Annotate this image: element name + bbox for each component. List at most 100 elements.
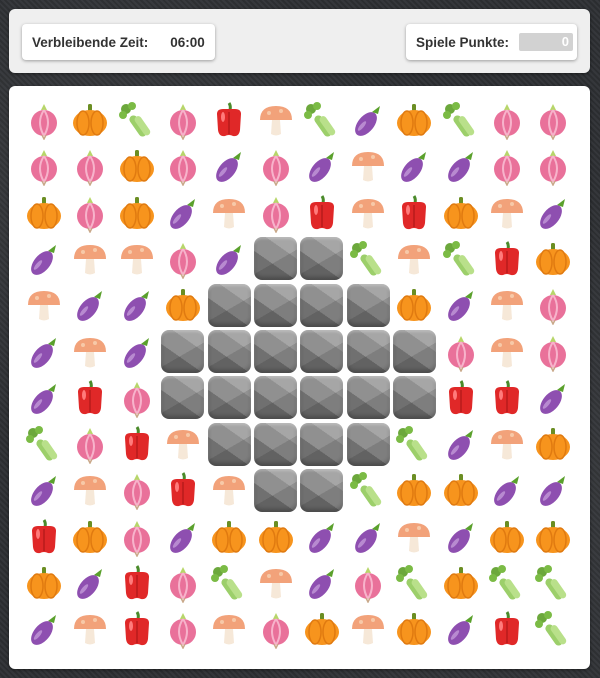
eggplant-tile[interactable] bbox=[114, 329, 160, 375]
eggplant-tile[interactable] bbox=[160, 190, 206, 236]
eggplant-tile[interactable] bbox=[438, 143, 484, 189]
mushroom-tile[interactable] bbox=[253, 97, 299, 143]
pepper-tile[interactable] bbox=[484, 606, 530, 652]
mushroom-tile[interactable] bbox=[345, 143, 391, 189]
eggplant-tile[interactable] bbox=[160, 514, 206, 560]
onion-tile[interactable] bbox=[345, 560, 391, 606]
onion-tile[interactable] bbox=[21, 97, 67, 143]
onion-tile[interactable] bbox=[160, 606, 206, 652]
pepper-tile[interactable] bbox=[67, 375, 113, 421]
pepper-tile[interactable] bbox=[438, 375, 484, 421]
onion-tile[interactable] bbox=[114, 514, 160, 560]
eggplant-tile[interactable] bbox=[530, 190, 576, 236]
pepper-tile[interactable] bbox=[114, 606, 160, 652]
onion-tile[interactable] bbox=[67, 190, 113, 236]
onion-tile[interactable] bbox=[67, 143, 113, 189]
pumpkin-tile[interactable] bbox=[391, 97, 437, 143]
mushroom-tile[interactable] bbox=[484, 282, 530, 328]
pumpkin-tile[interactable] bbox=[438, 560, 484, 606]
eggplant-tile[interactable] bbox=[21, 236, 67, 282]
celery-tile[interactable] bbox=[206, 560, 252, 606]
mushroom-tile[interactable] bbox=[21, 282, 67, 328]
onion-tile[interactable] bbox=[114, 375, 160, 421]
pepper-tile[interactable] bbox=[114, 421, 160, 467]
celery-tile[interactable] bbox=[391, 560, 437, 606]
eggplant-tile[interactable] bbox=[530, 375, 576, 421]
onion-tile[interactable] bbox=[253, 143, 299, 189]
celery-tile[interactable] bbox=[438, 236, 484, 282]
pumpkin-tile[interactable] bbox=[67, 514, 113, 560]
onion-tile[interactable] bbox=[160, 236, 206, 282]
eggplant-tile[interactable] bbox=[67, 560, 113, 606]
mushroom-tile[interactable] bbox=[484, 329, 530, 375]
eggplant-tile[interactable] bbox=[299, 514, 345, 560]
pumpkin-tile[interactable] bbox=[160, 282, 206, 328]
mushroom-tile[interactable] bbox=[160, 421, 206, 467]
eggplant-tile[interactable] bbox=[391, 143, 437, 189]
celery-tile[interactable] bbox=[530, 606, 576, 652]
pepper-tile[interactable] bbox=[21, 514, 67, 560]
pumpkin-tile[interactable] bbox=[21, 560, 67, 606]
onion-tile[interactable] bbox=[160, 143, 206, 189]
mushroom-tile[interactable] bbox=[345, 606, 391, 652]
mushroom-tile[interactable] bbox=[67, 606, 113, 652]
eggplant-tile[interactable] bbox=[206, 143, 252, 189]
pepper-tile[interactable] bbox=[160, 467, 206, 513]
eggplant-tile[interactable] bbox=[299, 143, 345, 189]
pumpkin-tile[interactable] bbox=[253, 514, 299, 560]
onion-tile[interactable] bbox=[21, 143, 67, 189]
eggplant-tile[interactable] bbox=[299, 560, 345, 606]
eggplant-tile[interactable] bbox=[438, 606, 484, 652]
celery-tile[interactable] bbox=[345, 467, 391, 513]
eggplant-tile[interactable] bbox=[206, 236, 252, 282]
pepper-tile[interactable] bbox=[484, 375, 530, 421]
celery-tile[interactable] bbox=[114, 97, 160, 143]
eggplant-tile[interactable] bbox=[438, 421, 484, 467]
mushroom-tile[interactable] bbox=[206, 606, 252, 652]
mushroom-tile[interactable] bbox=[206, 467, 252, 513]
onion-tile[interactable] bbox=[438, 329, 484, 375]
celery-tile[interactable] bbox=[391, 421, 437, 467]
pepper-tile[interactable] bbox=[206, 97, 252, 143]
pepper-tile[interactable] bbox=[391, 190, 437, 236]
celery-tile[interactable] bbox=[484, 560, 530, 606]
eggplant-tile[interactable] bbox=[438, 514, 484, 560]
onion-tile[interactable] bbox=[253, 606, 299, 652]
celery-tile[interactable] bbox=[345, 236, 391, 282]
pumpkin-tile[interactable] bbox=[299, 606, 345, 652]
eggplant-tile[interactable] bbox=[21, 375, 67, 421]
eggplant-tile[interactable] bbox=[345, 514, 391, 560]
eggplant-tile[interactable] bbox=[67, 282, 113, 328]
mushroom-tile[interactable] bbox=[114, 236, 160, 282]
eggplant-tile[interactable] bbox=[484, 467, 530, 513]
celery-tile[interactable] bbox=[530, 560, 576, 606]
pumpkin-tile[interactable] bbox=[391, 282, 437, 328]
pumpkin-tile[interactable] bbox=[530, 514, 576, 560]
onion-tile[interactable] bbox=[253, 190, 299, 236]
onion-tile[interactable] bbox=[530, 282, 576, 328]
eggplant-tile[interactable] bbox=[21, 329, 67, 375]
pepper-tile[interactable] bbox=[114, 560, 160, 606]
onion-tile[interactable] bbox=[484, 143, 530, 189]
eggplant-tile[interactable] bbox=[21, 467, 67, 513]
celery-tile[interactable] bbox=[21, 421, 67, 467]
onion-tile[interactable] bbox=[114, 467, 160, 513]
pumpkin-tile[interactable] bbox=[114, 190, 160, 236]
pumpkin-tile[interactable] bbox=[438, 190, 484, 236]
pumpkin-tile[interactable] bbox=[206, 514, 252, 560]
mushroom-tile[interactable] bbox=[253, 560, 299, 606]
eggplant-tile[interactable] bbox=[114, 282, 160, 328]
mushroom-tile[interactable] bbox=[484, 421, 530, 467]
onion-tile[interactable] bbox=[530, 97, 576, 143]
mushroom-tile[interactable] bbox=[484, 190, 530, 236]
pumpkin-tile[interactable] bbox=[530, 421, 576, 467]
pumpkin-tile[interactable] bbox=[114, 143, 160, 189]
mushroom-tile[interactable] bbox=[391, 514, 437, 560]
celery-tile[interactable] bbox=[299, 97, 345, 143]
eggplant-tile[interactable] bbox=[345, 97, 391, 143]
pumpkin-tile[interactable] bbox=[391, 606, 437, 652]
onion-tile[interactable] bbox=[67, 421, 113, 467]
pumpkin-tile[interactable] bbox=[438, 467, 484, 513]
pumpkin-tile[interactable] bbox=[21, 190, 67, 236]
pumpkin-tile[interactable] bbox=[484, 514, 530, 560]
